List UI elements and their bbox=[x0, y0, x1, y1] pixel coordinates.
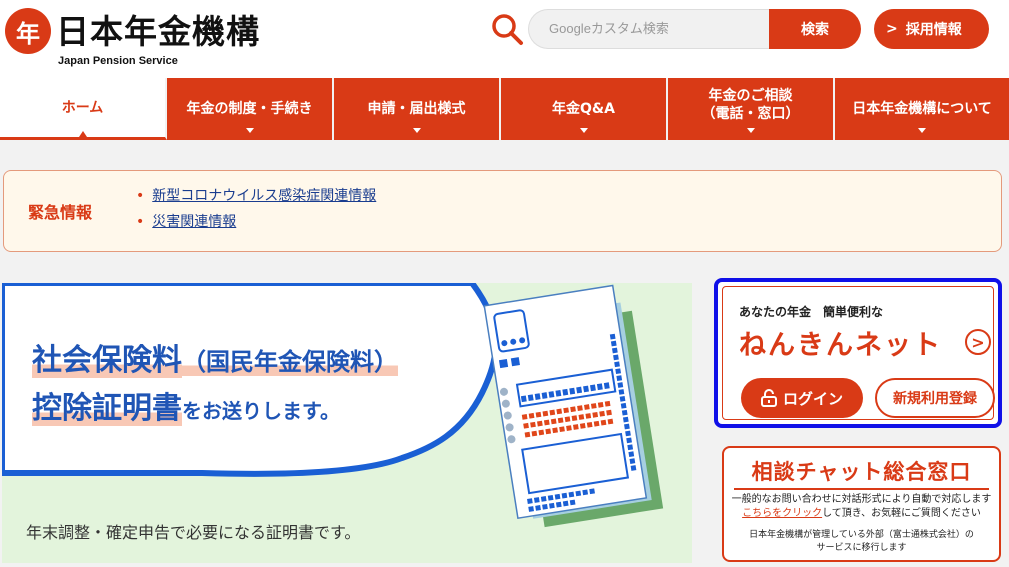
global-nav: ホーム 年金の制度・手続き 申請・届出様式 年金Q&A 年金のご相談 （電話・窓… bbox=[0, 78, 1009, 140]
emergency-info-title: 緊急情報 bbox=[28, 203, 93, 222]
chat-note: 日本年金機構が管理している外部（富士通株式会社）の サービスに移行します bbox=[724, 529, 999, 555]
chat-note-line2: サービスに移行します bbox=[816, 543, 907, 553]
banner-heading-rest: をお送りします。 bbox=[182, 399, 340, 423]
caret-down-icon bbox=[746, 128, 755, 133]
lock-icon bbox=[760, 389, 777, 407]
nav-label: 年金のご相談 bbox=[708, 88, 793, 104]
nav-item-system-procedures[interactable]: 年金の制度・手続き bbox=[167, 78, 334, 140]
search-button[interactable]: 検索 bbox=[769, 9, 861, 49]
nenkin-net-title[interactable]: ねんきんネット bbox=[739, 323, 942, 362]
chat-description: 一般的なお問い合わせに対話形式により自動で対応します こちらをクリックして頂き、… bbox=[724, 493, 999, 521]
logo-icon[interactable]: 年 bbox=[5, 8, 51, 54]
banner-footer-text: 年末調整・確定申告で必要になる証明書です。 bbox=[26, 523, 361, 542]
chat-line1: 一般的なお問い合わせに対話形式により自動で対応します bbox=[731, 494, 992, 505]
nenkin-net-subtitle: あなたの年金 簡単便利な bbox=[739, 305, 884, 319]
chat-line2: こちらをクリックして頂き、お気軽にご質問ください bbox=[724, 507, 999, 521]
site-logo-title[interactable]: 日本年金機構 bbox=[56, 12, 260, 52]
disaster-info-link[interactable]: 災害関連情報 bbox=[152, 214, 236, 230]
nav-item-about[interactable]: 日本年金機構について bbox=[835, 78, 1009, 140]
banner-heading-line2: 控除証明書をお送りします。 bbox=[32, 383, 340, 427]
login-button[interactable]: ログイン bbox=[741, 378, 863, 418]
nav-label-sub: （電話・窓口） bbox=[701, 106, 800, 122]
caret-down-icon bbox=[918, 128, 926, 133]
banner-heading-line1: 社会保険料（国民年金保険料） bbox=[32, 335, 398, 379]
nav-item-home[interactable]: ホーム bbox=[0, 78, 167, 140]
nav-label: ホーム bbox=[61, 99, 104, 116]
nav-item-forms[interactable]: 申請・届出様式 bbox=[334, 78, 501, 140]
nav-item-consultation[interactable]: 年金のご相談 （電話・窓口） bbox=[668, 78, 835, 140]
list-item: • 新型コロナウイルス感染症関連情報 bbox=[136, 183, 376, 209]
chevron-right-icon: > bbox=[886, 21, 898, 37]
banner-heading-paren: （国民年金保険料） bbox=[182, 348, 398, 376]
recruit-button[interactable]: > 採用情報 bbox=[874, 9, 989, 49]
nav-item-qa[interactable]: 年金Q&A bbox=[501, 78, 668, 140]
chat-click-link[interactable]: こちらをクリック bbox=[742, 508, 822, 519]
search-icon[interactable] bbox=[488, 10, 526, 48]
caret-up-icon bbox=[78, 131, 87, 137]
site-logo-subtitle: Japan Pension Service bbox=[58, 55, 178, 67]
login-label: ログイン bbox=[782, 389, 843, 408]
divider bbox=[734, 488, 989, 490]
nav-label: 年金Q&A bbox=[552, 101, 615, 117]
banner-heading-main: 控除証明書 bbox=[32, 391, 182, 426]
chat-consultation-panel[interactable]: 相談チャット総合窓口 一般的なお問い合わせに対話形式により自動で対応します こち… bbox=[722, 446, 1001, 562]
banner-heading-main: 社会保険料 bbox=[32, 343, 182, 378]
list-item: • 災害関連情報 bbox=[136, 209, 376, 235]
search-input[interactable]: Googleカスタム検索 bbox=[528, 9, 770, 49]
caret-down-icon bbox=[579, 128, 588, 133]
chat-note-line1: 日本年金機構が管理している外部（富士通株式会社）の bbox=[749, 530, 974, 540]
document-illustration bbox=[483, 284, 664, 528]
bullet-icon: • bbox=[136, 214, 145, 230]
caret-down-icon bbox=[245, 128, 254, 133]
recruit-label: 採用情報 bbox=[905, 22, 962, 38]
certificate-banner[interactable]: 社会保険料（国民年金保険料） 控除証明書をお送りします。 年末調整・確定申告で必… bbox=[2, 283, 692, 563]
nav-label: 年金の制度・手続き bbox=[186, 101, 313, 117]
nenkin-net-panel: あなたの年金 簡単便利な ねんきんネット > ログイン 新規利用登録 bbox=[714, 278, 1002, 428]
bullet-icon: • bbox=[136, 188, 145, 204]
chat-title[interactable]: 相談チャット総合窓口 bbox=[724, 456, 999, 486]
nenkin-net-frame: あなたの年金 簡単便利な ねんきんネット > ログイン 新規利用登録 bbox=[722, 286, 995, 420]
covid-info-link[interactable]: 新型コロナウイルス感染症関連情報 bbox=[152, 188, 376, 204]
register-button[interactable]: 新規利用登録 bbox=[875, 378, 995, 418]
nav-label: 日本年金機構について bbox=[852, 101, 992, 117]
site-header: 年 日本年金機構 Japan Pension Service Googleカスタ… bbox=[0, 0, 1009, 78]
emergency-info-panel: 緊急情報 • 新型コロナウイルス感染症関連情報 • 災害関連情報 bbox=[3, 170, 1002, 252]
emergency-links: • 新型コロナウイルス感染症関連情報 • 災害関連情報 bbox=[136, 183, 376, 235]
chevron-right-icon[interactable]: > bbox=[965, 329, 991, 355]
nav-label: 申請・届出様式 bbox=[367, 101, 466, 117]
caret-down-icon bbox=[412, 128, 421, 133]
chat-line2-rest: して頂き、お気軽にご質問ください bbox=[822, 508, 981, 519]
